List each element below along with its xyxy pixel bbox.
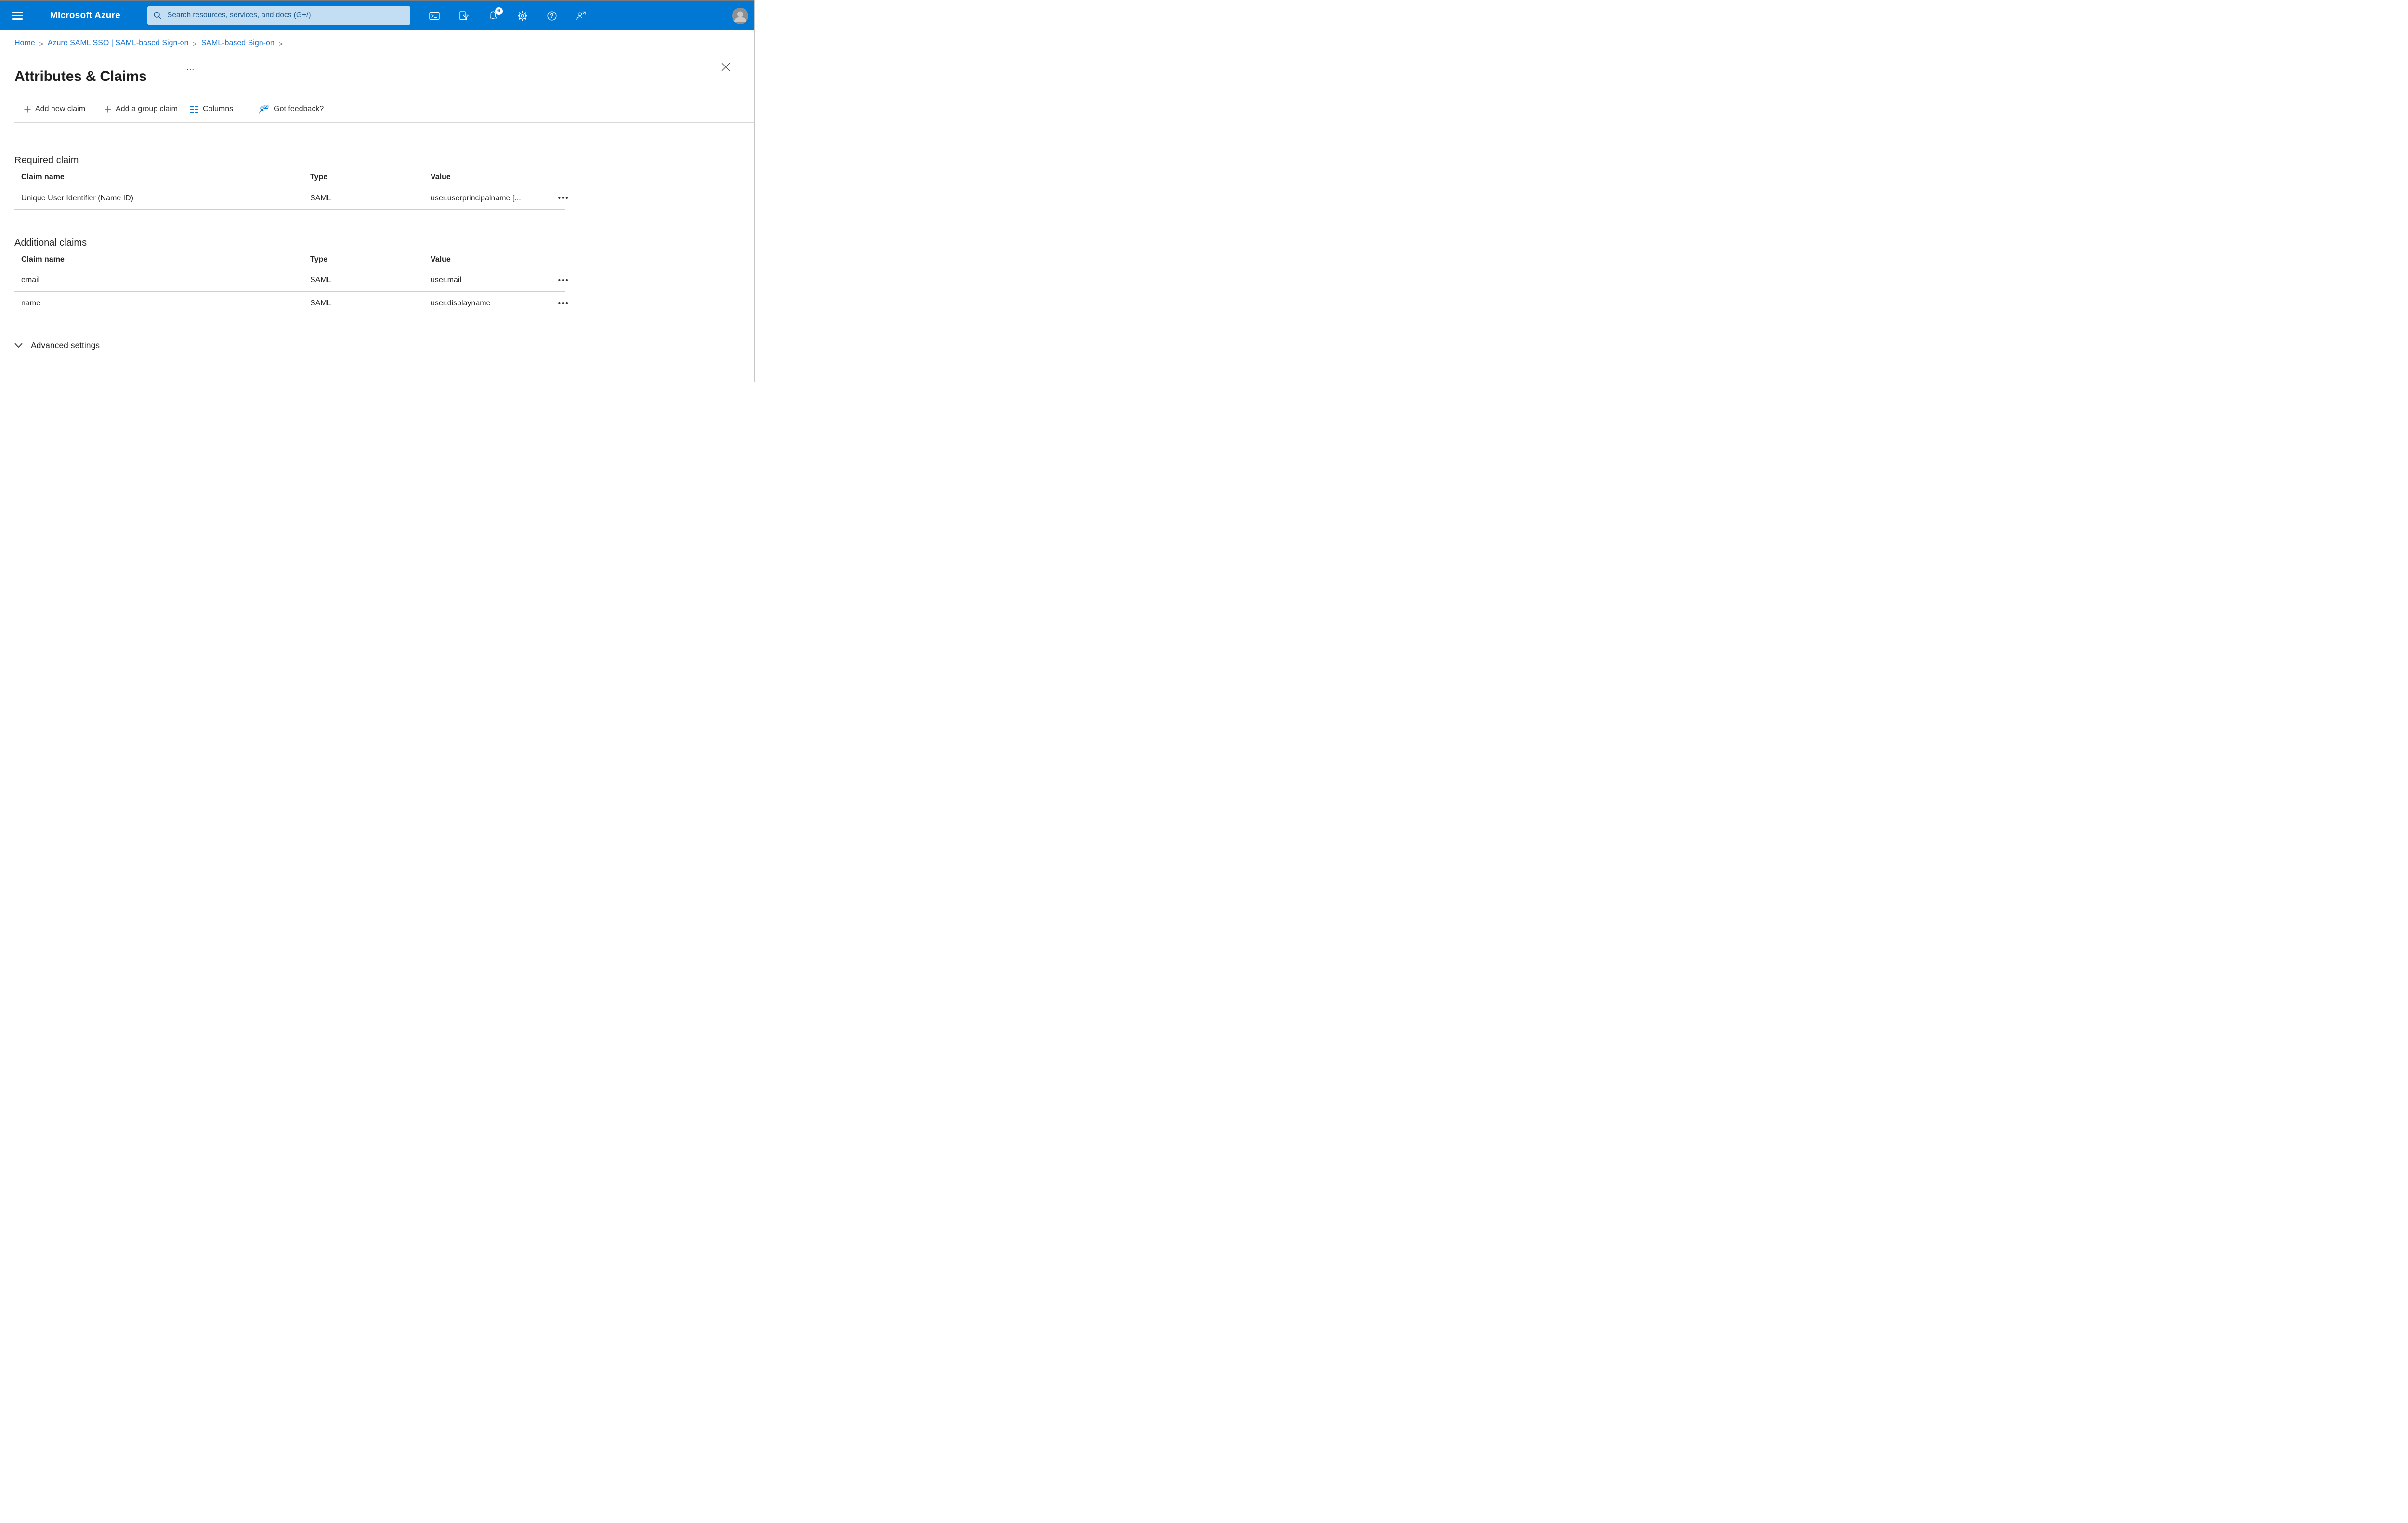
breadcrumb-link-home[interactable]: Home bbox=[14, 39, 35, 48]
column-header-value: Value bbox=[431, 173, 451, 181]
plus-icon bbox=[24, 106, 31, 113]
required-claim-table: Claim name Type Value Unique User Identi… bbox=[14, 168, 568, 210]
settings-button[interactable] bbox=[516, 10, 529, 22]
cloud-shell-icon bbox=[429, 12, 440, 20]
claim-value-cell: user.mail bbox=[431, 276, 462, 284]
got-feedback-label: Got feedback? bbox=[274, 105, 324, 113]
account-avatar[interactable] bbox=[732, 7, 748, 24]
breadcrumb: Home > Azure SAML SSO | SAML-based Sign-… bbox=[14, 39, 283, 48]
additional-claims-table: Claim name Type Value email SAML user.ma… bbox=[14, 250, 568, 315]
azure-portal-page: Microsoft Azure Search resources, servic… bbox=[0, 0, 755, 382]
breadcrumb-separator: > bbox=[278, 39, 283, 48]
global-search[interactable] bbox=[147, 6, 410, 25]
columns-label: Columns bbox=[203, 105, 234, 113]
notification-badge: 6 bbox=[495, 7, 503, 15]
column-header-type: Type bbox=[310, 255, 328, 263]
top-bar-icons: 6 ? bbox=[428, 1, 588, 30]
claim-type-cell: SAML bbox=[310, 276, 331, 284]
page-title: Attributes & Claims bbox=[14, 68, 147, 85]
claim-type-cell: SAML bbox=[310, 299, 331, 307]
column-header-claim-name: Claim name bbox=[21, 173, 65, 181]
title-overflow-menu[interactable]: … bbox=[186, 63, 196, 72]
cloud-shell-button[interactable] bbox=[428, 10, 441, 22]
table-header-row: Claim name Type Value bbox=[14, 168, 565, 187]
advanced-settings-label: Advanced settings bbox=[31, 340, 100, 350]
row-menu-button[interactable]: ••• bbox=[545, 195, 572, 202]
user-feedback-icon bbox=[576, 11, 586, 20]
claim-type-cell: SAML bbox=[310, 194, 331, 202]
search-icon bbox=[154, 12, 162, 20]
table-row[interactable]: email SAML user.mail ••• bbox=[14, 269, 568, 292]
breadcrumb-separator: > bbox=[39, 39, 43, 48]
table-header-row: Claim name Type Value bbox=[14, 250, 565, 269]
chevron-down-icon bbox=[14, 343, 23, 348]
add-new-claim-button[interactable]: Add new claim bbox=[24, 105, 85, 114]
columns-icon bbox=[190, 105, 199, 113]
claim-name-cell: Unique User Identifier (Name ID) bbox=[21, 194, 133, 202]
help-button[interactable]: ? bbox=[546, 10, 558, 22]
search-input[interactable] bbox=[166, 11, 405, 20]
window-scrollbar-strip[interactable] bbox=[754, 0, 755, 382]
person-silhouette-icon bbox=[734, 11, 746, 22]
claim-name-cell: name bbox=[21, 299, 41, 307]
column-header-value: Value bbox=[431, 255, 451, 263]
breadcrumb-link-app[interactable]: Azure SAML SSO | SAML-based Sign-on bbox=[48, 39, 189, 48]
svg-text:?: ? bbox=[550, 13, 554, 19]
hamburger-menu-button[interactable] bbox=[12, 9, 26, 23]
window-top-border bbox=[0, 0, 755, 1]
column-header-type: Type bbox=[310, 173, 328, 181]
add-group-claim-label: Add a group claim bbox=[116, 105, 178, 113]
hamburger-icon bbox=[12, 12, 23, 13]
command-bar: Add new claim Add a group claim Columns bbox=[14, 99, 755, 120]
claim-value-cell: user.displayname bbox=[431, 299, 491, 307]
additional-claims-heading: Additional claims bbox=[14, 237, 87, 248]
close-icon bbox=[721, 63, 730, 71]
help-icon: ? bbox=[547, 11, 557, 21]
row-menu-button[interactable]: ••• bbox=[545, 277, 572, 284]
toolbar-underline bbox=[14, 122, 755, 123]
directory-filter-button[interactable] bbox=[458, 10, 470, 22]
breadcrumb-link-saml-signon[interactable]: SAML-based Sign-on bbox=[201, 39, 275, 48]
directory-filter-icon bbox=[459, 11, 469, 20]
columns-button[interactable]: Columns bbox=[190, 105, 233, 114]
required-claim-heading: Required claim bbox=[14, 155, 79, 166]
row-menu-button[interactable]: ••• bbox=[545, 300, 572, 307]
gear-icon bbox=[518, 11, 527, 21]
table-row[interactable]: Unique User Identifier (Name ID) SAML us… bbox=[14, 187, 568, 210]
column-header-claim-name: Claim name bbox=[21, 255, 65, 263]
claim-value-cell: user.userprincipalname [... bbox=[431, 194, 521, 202]
claim-name-cell: email bbox=[21, 276, 40, 284]
azure-brand[interactable]: Microsoft Azure bbox=[50, 11, 120, 21]
add-new-claim-label: Add new claim bbox=[35, 105, 86, 113]
notifications-button[interactable]: 6 bbox=[487, 7, 503, 22]
feedback-button[interactable] bbox=[575, 10, 588, 22]
breadcrumb-separator: > bbox=[193, 39, 197, 48]
got-feedback-button[interactable]: Got feedback? bbox=[259, 104, 324, 115]
add-group-claim-button[interactable]: Add a group claim bbox=[105, 105, 178, 114]
azure-top-bar: Microsoft Azure Search resources, servic… bbox=[0, 1, 755, 30]
plus-icon bbox=[105, 106, 111, 113]
advanced-settings-toggle[interactable]: Advanced settings bbox=[14, 338, 100, 353]
feedback-person-icon bbox=[259, 105, 269, 114]
table-row[interactable]: name SAML user.displayname ••• bbox=[14, 292, 568, 315]
close-button[interactable] bbox=[720, 62, 731, 72]
